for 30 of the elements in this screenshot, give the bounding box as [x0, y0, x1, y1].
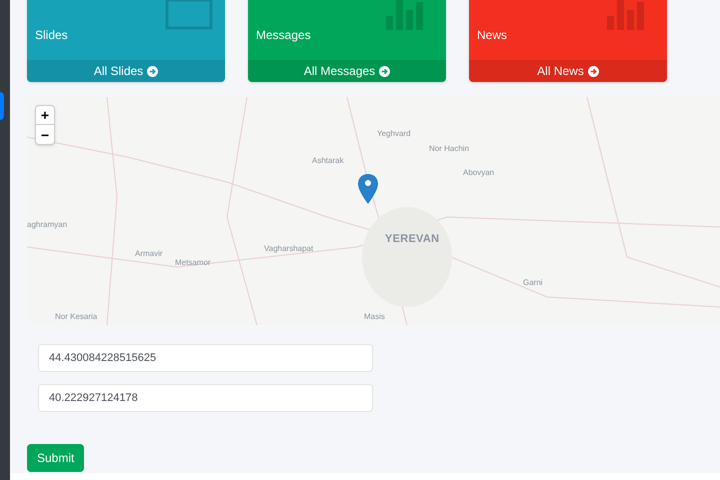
map-place-label: Vagharshapat — [264, 243, 314, 255]
bar-chart-icon — [386, 0, 424, 30]
card-footer-link[interactable]: All News — [469, 60, 667, 82]
arrow-circle-icon — [588, 66, 599, 76]
zoom-out-button[interactable]: − — [36, 125, 54, 144]
coordinate-field[interactable]: 44.430084228515625 — [38, 344, 373, 372]
map-place-label: Abovyan — [463, 167, 494, 179]
zoom-in-button[interactable]: + — [36, 106, 54, 125]
map-place-label: Nor Kesaria — [55, 311, 98, 323]
map-place-label: Yeghvard — [377, 128, 411, 140]
active-menu-item[interactable] — [0, 92, 4, 120]
coordinate-field[interactable]: 40.222927124178 — [38, 384, 373, 412]
location-pin-icon[interactable] — [358, 174, 378, 204]
card-footer-link[interactable]: All Messages — [248, 60, 446, 82]
map[interactable]: + − Yeghvard Nor Hachin Ashtarak Abovyan aghramyan YEREVAN Vagharshapat Armavir Metsamor Garni Nor Kesaria Masis — [27, 97, 720, 325]
bar-chart-icon — [607, 0, 645, 30]
card-footer-link[interactable]: All Slides — [27, 60, 225, 82]
stat-label: Messages — [256, 27, 312, 44]
map-place-label: Masis — [364, 311, 385, 323]
map-place-label: YEREVAN — [385, 232, 440, 247]
map-place-label: Garni — [523, 277, 543, 289]
stat-label: News — [477, 27, 508, 44]
arrow-circle-icon — [379, 66, 390, 76]
stat-label: Slides — [35, 27, 69, 44]
map-place-label: Nor Hachin — [429, 143, 470, 155]
map-place-label: aghramyan — [27, 219, 68, 231]
arrow-circle-icon — [147, 66, 158, 76]
map-place-label: Ashtarak — [312, 155, 344, 167]
map-place-label: Metsamor — [175, 257, 211, 269]
map-place-label: Armavir — [135, 248, 163, 260]
